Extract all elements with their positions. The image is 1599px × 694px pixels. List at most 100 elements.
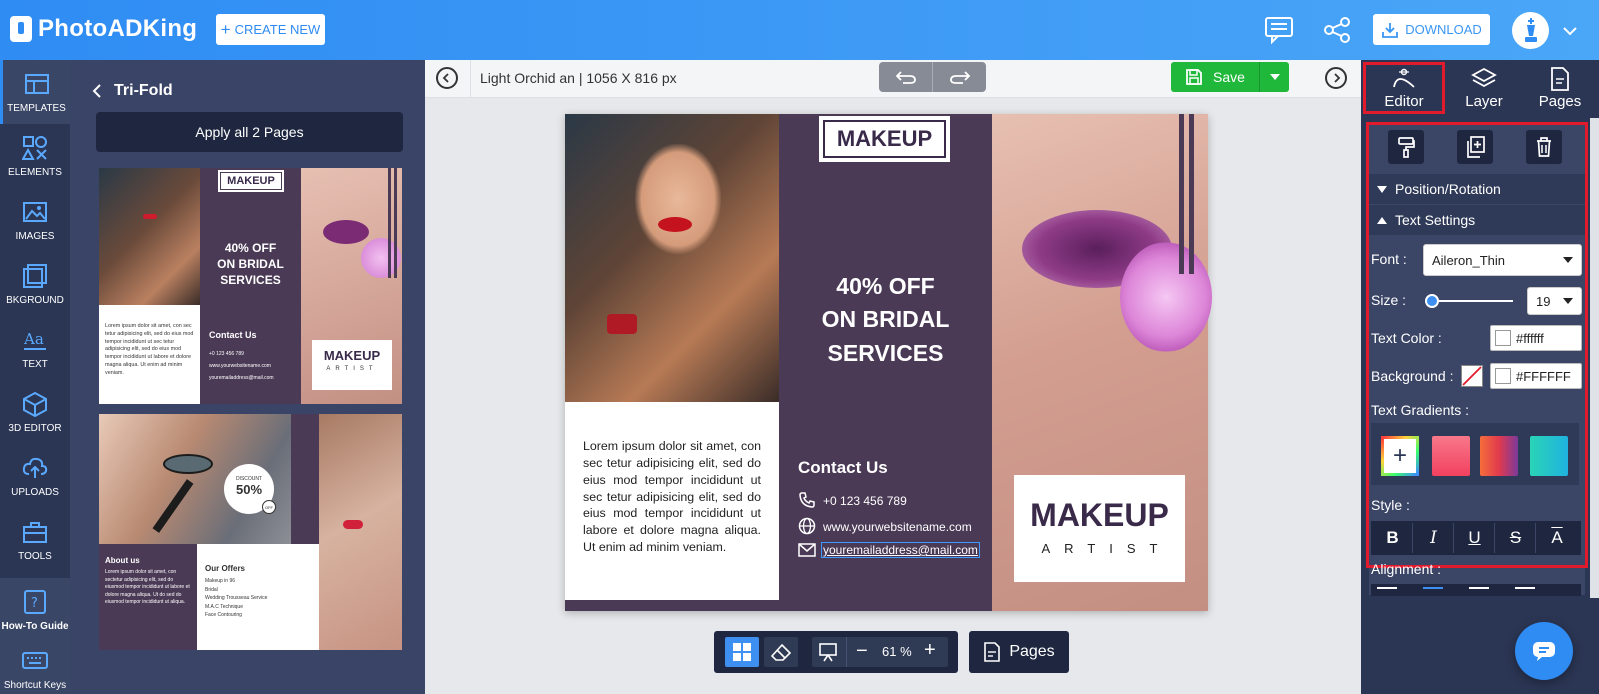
thumb-contact-list: +0 123 456 789 www.yourwebsitename.com y… [209, 348, 274, 384]
red-bracelet [607, 314, 637, 334]
middle-panel[interactable]: MAKEUP 40% OFF ON BRIDAL SERVICES Contac… [779, 114, 992, 611]
zoom-out-button[interactable]: − [856, 640, 868, 663]
sidebar-item-tools[interactable]: TOOLS [0, 508, 70, 572]
lorem-panel[interactable]: Lorem ipsum dolor sit amet, con sec tetu… [565, 402, 779, 600]
save-button[interactable]: Save [1171, 62, 1289, 92]
brochure-canvas[interactable]: Lorem ipsum dolor sit amet, con sec tetu… [565, 114, 1212, 611]
thumb-offer-item: M.A.C Technique [205, 603, 243, 610]
chat-icon [1533, 642, 1555, 661]
text-icon: Aa [23, 330, 46, 350]
eraser-button[interactable] [764, 637, 798, 667]
save-label: Save [1213, 69, 1245, 85]
template-thumbnail-1[interactable]: Lorem ipsum dolor sit amet, con sec tetu… [99, 168, 402, 404]
contact-title[interactable]: Contact Us [798, 458, 888, 478]
logo[interactable]: PhotoADKing [10, 14, 197, 44]
thumb-photo-lips: MAKEUP ARTIST [301, 168, 402, 404]
apply-all-pages-button[interactable]: Apply all 2 Pages [96, 112, 403, 152]
tab-label: Layer [1465, 92, 1503, 110]
pages-label: Pages [1009, 643, 1055, 660]
comment-icon[interactable] [1264, 16, 1294, 49]
create-new-button[interactable]: + CREATE NEW [216, 14, 325, 45]
align-right-button[interactable] [1469, 587, 1489, 589]
offer-line: SERVICES [827, 339, 944, 366]
photo-lips-panel[interactable]: MAKEUP ARTIST [992, 114, 1212, 611]
sidebar-item-how-to-guide[interactable]: ? How-To Guide [0, 578, 70, 642]
thumb-photo-woman [99, 168, 200, 305]
makeup-artist-box[interactable]: MAKEUP ARTIST [1014, 475, 1185, 582]
page-icon [984, 642, 1001, 662]
thumb-about-text: Lorem ipsum dolor sit amet, con sectetur… [105, 569, 190, 605]
layers-icon [1471, 67, 1497, 87]
thumb-discount-value: 50% [235, 482, 263, 497]
sidebar-item-label: TOOLS [18, 550, 52, 562]
right-scrollbar[interactable] [1590, 118, 1599, 598]
caret-down-icon [1269, 74, 1280, 80]
thumb-contact-item: youremailaddress@mail.com [209, 375, 274, 381]
red-lips [658, 217, 692, 232]
editor-tab-highlight [1363, 62, 1445, 114]
sidebar-item-3d-editor[interactable]: 3D EDITOR [0, 380, 70, 444]
offer-line: 40% OFF [836, 273, 935, 299]
thumb-artist: ARTIST [326, 366, 378, 372]
undo-button[interactable] [879, 62, 933, 92]
sidebar-item-label: TEMPLATES [7, 102, 66, 114]
offer-line: ON BRIDAL [821, 306, 950, 333]
sidebar-item-label: Shortcut Keys [3, 680, 67, 691]
collapse-left-icon[interactable] [436, 67, 458, 89]
brand-box[interactable]: MAKEUP [819, 116, 950, 162]
presentation-icon[interactable] [818, 642, 838, 667]
redo-button[interactable] [933, 62, 986, 92]
stripe [1189, 114, 1194, 274]
avatar[interactable] [1512, 12, 1549, 49]
align-justify-button[interactable] [1515, 587, 1535, 589]
thumb-offer-line: 40% OFF [224, 241, 277, 255]
grid-icon [733, 643, 751, 661]
collapse-right-icon[interactable] [1325, 67, 1347, 89]
artist-subtitle: ARTIST [1041, 541, 1172, 556]
thumb-offers-title: Our Offers [205, 564, 246, 573]
thumb-contact-title: Contact Us [209, 330, 257, 340]
thumb-lorem: Lorem ipsum dolor sit amet, con sec tetu… [99, 305, 200, 397]
align-left-button[interactable] [1377, 587, 1397, 589]
chevron-down-icon[interactable] [1562, 24, 1578, 42]
chat-button[interactable] [1515, 622, 1573, 680]
logo-text: PhotoADKing [38, 15, 198, 42]
thumb-offer-line: ON BRIDAL [217, 257, 284, 272]
bottom-strip [565, 600, 779, 611]
thumb-discount-off: OFF [262, 500, 276, 514]
sidebar-item-label: How-To Guide [1, 620, 69, 632]
email-text-selected[interactable]: youremailaddress@mail.com [821, 542, 980, 558]
phone-text[interactable]: +0 123 456 789 [823, 494, 907, 508]
save-main[interactable]: Save [1171, 62, 1259, 92]
grid-view-button[interactable] [725, 637, 759, 667]
sidebar-item-text[interactable]: Aa TEXT [0, 316, 70, 380]
pages-button[interactable]: Pages [969, 631, 1069, 673]
sidebar-item-uploads[interactable]: UPLOADS [0, 444, 70, 508]
template-thumbnail-2[interactable]: DISCOUNT 50% OFF About us Lorem ipsum do… [99, 414, 402, 650]
tab-layer[interactable]: Layer [1444, 60, 1524, 116]
undo-icon [895, 71, 916, 84]
download-button[interactable]: DOWNLOAD [1373, 14, 1490, 45]
thumb-about-panel: About us Lorem ipsum dolor sit amet, con… [99, 544, 197, 650]
document-title[interactable]: Light Orchid an | 1056 X 816 px [480, 70, 677, 86]
back-button[interactable]: Tri-Fold [92, 82, 173, 100]
zoom-in-button[interactable]: + [924, 639, 936, 662]
sidebar-item-elements[interactable]: ELEMENTS [0, 124, 70, 188]
tab-pages[interactable]: Pages [1520, 60, 1599, 116]
redo-icon [949, 71, 970, 84]
keyboard-icon [22, 652, 48, 669]
sidebar-item-background[interactable]: BKGROUND [0, 252, 70, 316]
lorem-text[interactable]: Lorem ipsum dolor sit amet, con sec tetu… [583, 438, 761, 556]
offer-text[interactable]: 40% OFF ON BRIDAL SERVICES [779, 270, 992, 370]
sidebar-item-images[interactable]: IMAGES [0, 188, 70, 252]
sidebar-item-templates[interactable]: TEMPLATES [0, 60, 70, 124]
align-center-button[interactable] [1423, 587, 1443, 589]
sidebar-item-shortcut-keys[interactable]: Shortcut Keys [0, 642, 70, 694]
share-icon[interactable] [1323, 16, 1351, 49]
photo-woman[interactable] [565, 114, 779, 402]
save-dropdown[interactable] [1259, 62, 1289, 92]
website-text[interactable]: www.yourwebsitename.com [823, 520, 972, 534]
thumb-contact-item: www.yourwebsitename.com [209, 363, 271, 369]
zoom-toolbar: − 61 % + [714, 631, 958, 673]
zoom-controls: − 61 % + [812, 637, 948, 667]
